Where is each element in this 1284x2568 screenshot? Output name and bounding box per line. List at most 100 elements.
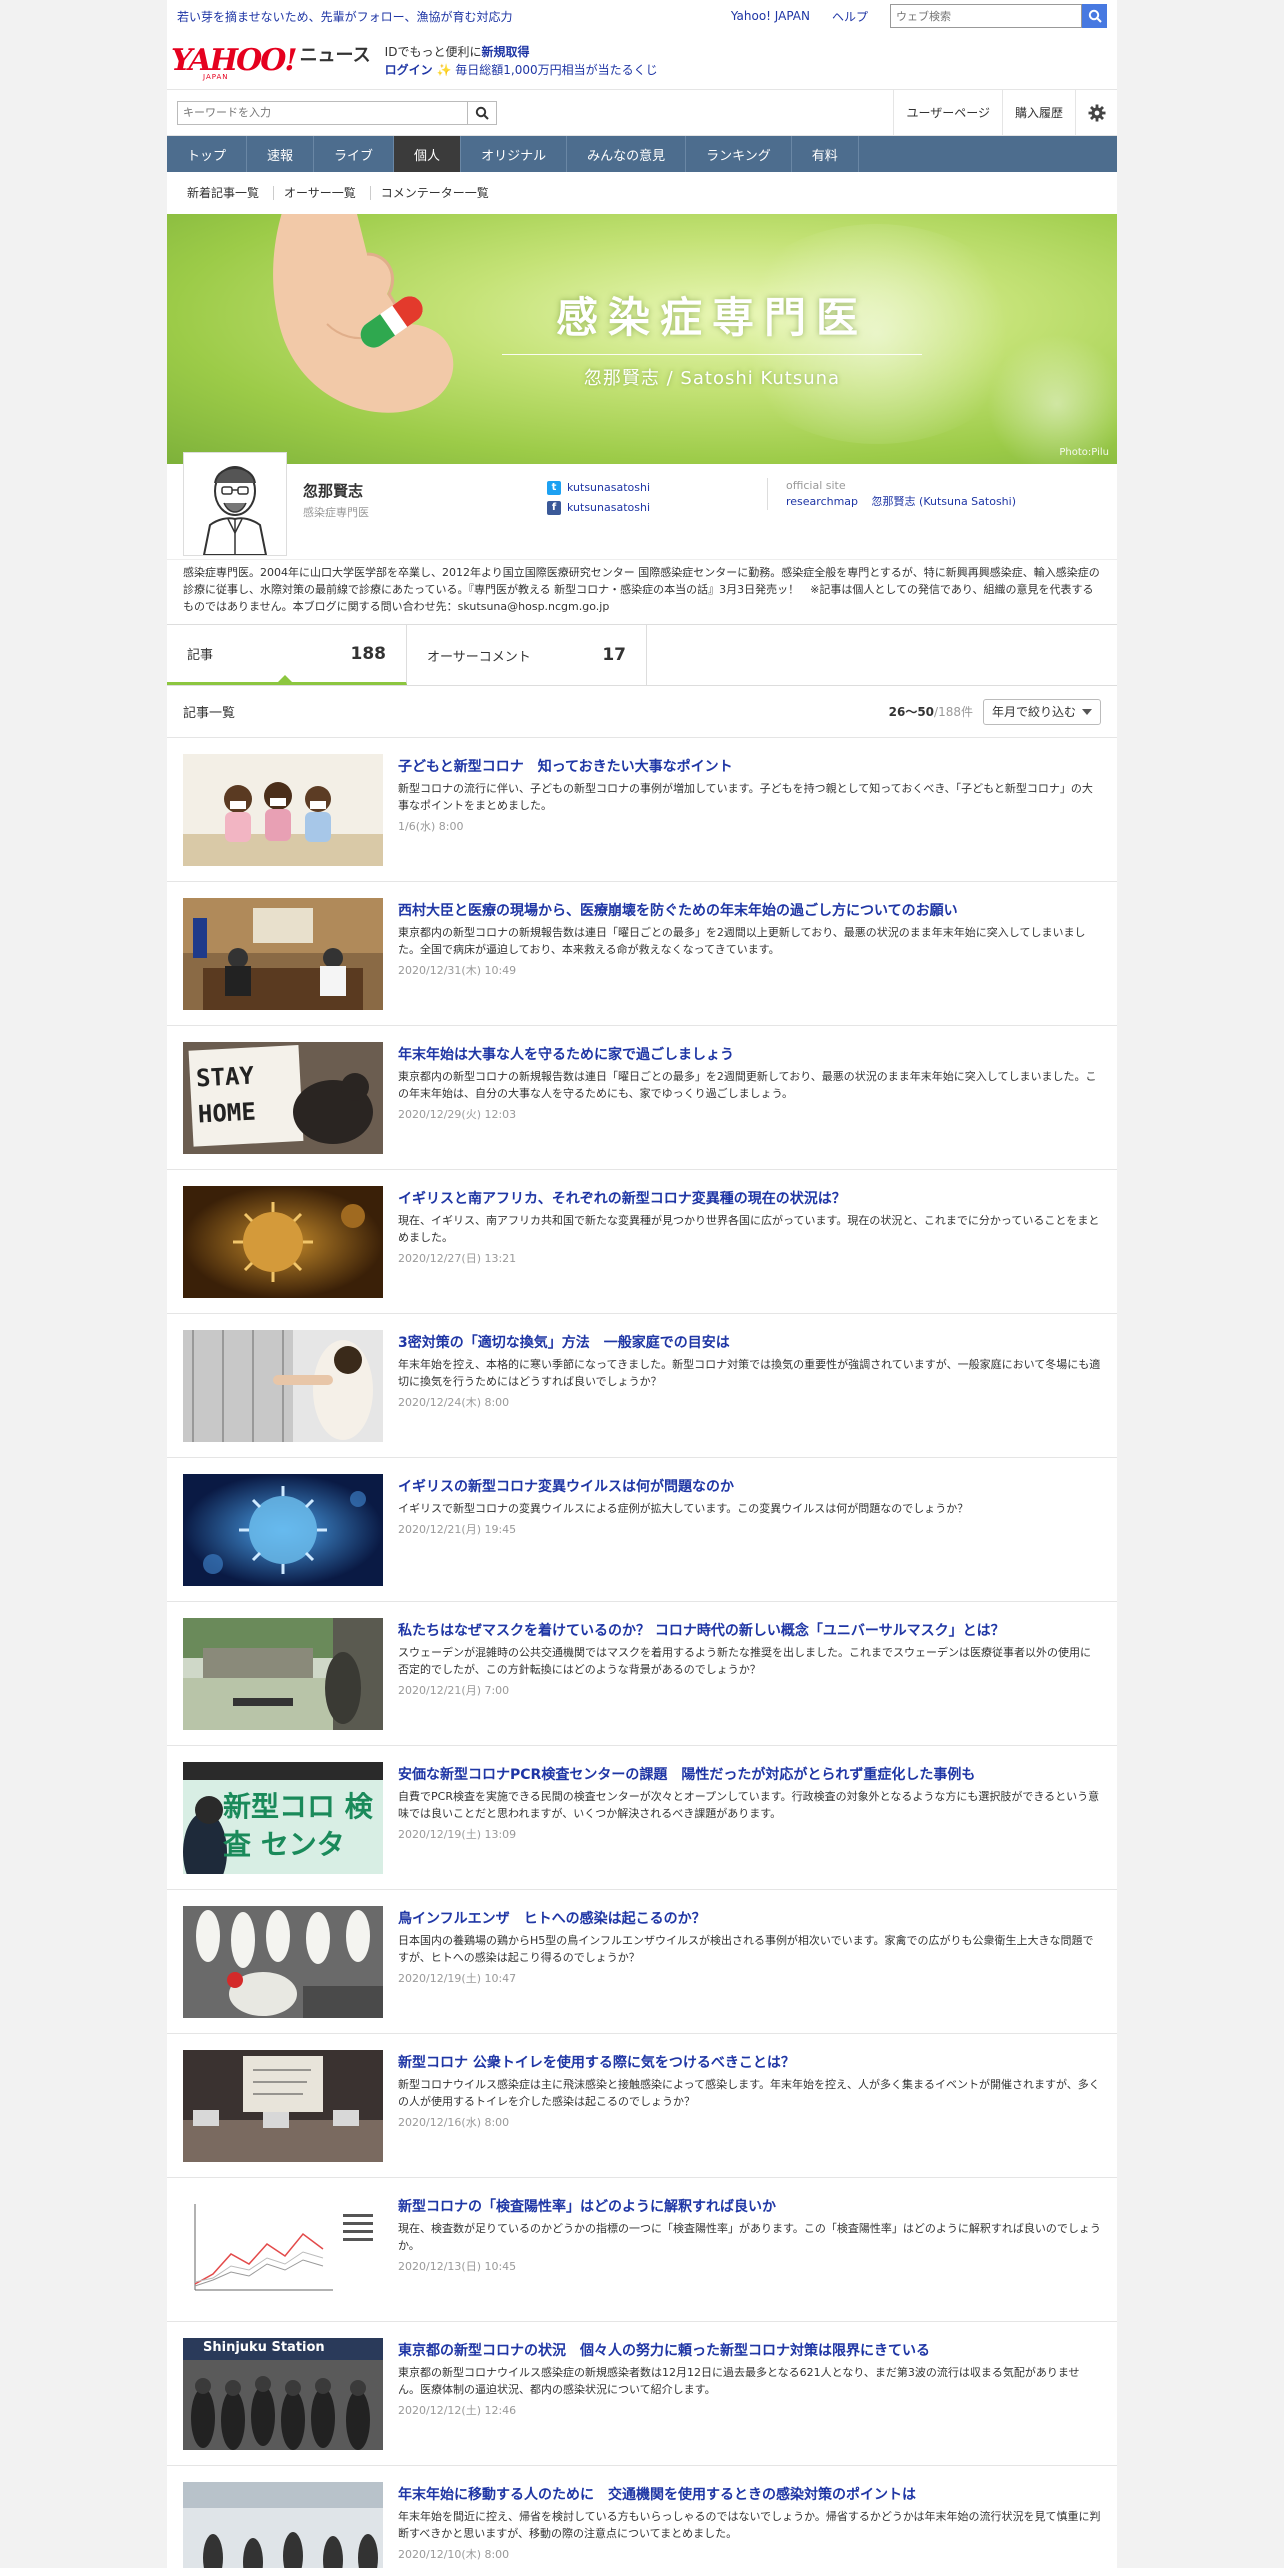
list-item[interactable]: STAY HOME 年末年始は大事な人を守るために家で過ごしましょう 東京都内の… [167,1026,1117,1170]
logo-text: YAHOO! [171,42,298,78]
article-title[interactable]: 新型コロナ 公衆トイレを使用する際に気をつけるべきことは？ [398,2054,1101,2072]
login-area: IDでもっと便利に新規取得 ログイン ✨ 毎日総額1,000万円相当が当たるくじ [385,43,658,79]
nav-item-personal[interactable]: 個人 [394,136,462,172]
article-thumbnail[interactable] [183,754,383,866]
subnav-new-articles[interactable]: 新着記事一覧 [177,186,275,200]
article-list: 子どもと新型コロナ 知っておきたい大事なポイント 新型コロナの流行に伴い、子ども… [167,738,1117,2568]
tab-articles[interactable]: 記事 188 [167,625,407,685]
article-date: 2020/12/21(月) 19:45 [398,1523,517,1536]
list-item[interactable]: 年末年始に移動する人のために 交通機関を使用するときの感染対策のポイントは 年末… [167,2466,1117,2568]
lottery-icon: ✨ [436,62,452,77]
article-title[interactable]: 安価な新型コロナPCR検査センターの課題 陽性だったが対応がとられず重症化した事… [398,1766,1101,1784]
nav-item-opinions[interactable]: みんなの意見 [567,136,687,172]
article-summary: スウェーデンが混雑時の公共交通機関ではマスクを着用するよう新たな推奨を出しました… [398,1646,1091,1676]
article-title[interactable]: イギリスの新型コロナ変異ウイルスは何が問題なのか [398,1478,1101,1496]
user-page-link[interactable]: ユーザーページ [893,89,1002,136]
article-title[interactable]: 子どもと新型コロナ 知っておきたい大事なポイント [398,758,1101,776]
article-thumbnail[interactable] [183,1474,383,1586]
keyword-search-button[interactable] [467,100,497,125]
article-summary: 日本国内の養鶏場の鶏からH5型の鳥インフルエンザウイルスが検出される事例が相次い… [398,1934,1094,1964]
register-link[interactable]: 新規取得 [481,45,529,59]
range-value: 26～50 [888,705,935,719]
official-site: official site researchmap 忽那賢志 (Kutsuna … [767,478,1026,510]
personal-site-link[interactable]: 忽那賢志 (Kutsuna Satoshi) [872,495,1016,508]
article-thumbnail[interactable]: Shinjuku Station [183,2338,383,2450]
author-profile: 忽那賢志 感染症専門医 t kutsunasatoshi f kutsunasa… [167,452,1117,560]
web-search-input[interactable] [890,4,1082,28]
list-item[interactable]: 3密対策の「適切な換気」方法 一般家庭での目安は 年末年始を控え、本格的に寒い季… [167,1314,1117,1458]
article-title[interactable]: 鳥インフルエンザ ヒトへの感染は起こるのか？ [398,1910,1101,1928]
lottery-link[interactable]: 毎日総額1,000万円相当が当たるくじ [455,63,657,77]
article-date: 2020/12/10(木) 8:00 [398,2548,510,2561]
chevron-down-icon [1082,708,1092,715]
nav-item-original[interactable]: オリジナル [461,136,568,172]
web-search-button[interactable] [1082,4,1107,28]
list-item[interactable]: 私たちはなぜマスクを着けているのか？ コロナ時代の新しい概念「ユニバーサルマスク… [167,1602,1117,1746]
gear-icon [1088,104,1105,121]
article-title[interactable]: 新型コロナの「検査陽性率」はどのように解釈すれば良いか [398,2198,1101,2216]
list-item[interactable]: 新型コロ 検査 センタ 安価な新型コロナPCR検査センターの課題 陽性だったが対… [167,1746,1117,1890]
article-date: 2020/12/21(月) 7:00 [398,1684,510,1697]
researchmap-link[interactable]: researchmap [786,495,858,508]
avatar [183,452,287,556]
settings-button[interactable] [1075,89,1117,136]
hand-with-pill-image [273,214,454,413]
article-title[interactable]: イギリスと南アフリカ、それぞれの新型コロナ変異種の現在の状況は？ [398,1190,1101,1208]
article-thumbnail[interactable] [183,1906,383,2018]
article-thumbnail[interactable] [183,2050,383,2162]
article-title[interactable]: 東京都の新型コロナの状況 個々人の努力に頼った新型コロナ対策は限界にきている [398,2342,1101,2360]
article-thumbnail[interactable] [183,1618,383,1730]
purchase-history-link[interactable]: 購入履歴 [1001,89,1075,136]
help-link[interactable]: ヘルプ [832,8,868,25]
official-site-label: official site [786,479,846,492]
article-thumbnail[interactable]: STAY HOME [183,1042,383,1154]
nav-item-ranking[interactable]: ランキング [686,136,792,172]
article-thumbnail[interactable] [183,898,383,1010]
article-title[interactable]: 私たちはなぜマスクを着けているのか？ コロナ時代の新しい概念「ユニバーサルマスク… [398,1622,1101,1640]
list-item[interactable]: Shinjuku Station 東京都の新型コロナの状況 個々人の努力に頼った… [167,2322,1117,2466]
login-link[interactable]: ログイン [385,63,433,77]
nav-item-paid[interactable]: 有料 [792,136,859,172]
banner-subtitle: 忽那賢志 / Satoshi Kutsuna [583,368,841,389]
nav-item-flash[interactable]: 速報 [247,136,315,172]
article-date: 1/6(水) 8:00 [398,820,464,833]
article-date: 2020/12/12(土) 12:46 [398,2404,517,2417]
yahoo-news-logo[interactable]: YAHOO! JAPAN ニュース [171,41,371,81]
article-title[interactable]: 年末年始は大事な人を守るために家で過ごしましょう [398,1046,1101,1064]
article-thumbnail[interactable] [183,1330,383,1442]
id-prefix: IDでもっと便利に [384,44,482,59]
promo-link[interactable]: 若い芽を摘ませないため、先輩がフォロー、漁協が育む対応力 [177,8,513,25]
tab-author-comments[interactable]: オーサーコメント 17 [407,625,647,685]
article-thumbnail[interactable] [183,2482,383,2568]
article-title[interactable]: 年末年始に移動する人のために 交通機関を使用するときの感染対策のポイントは [398,2486,1101,2504]
pagination-range: 26～50 /188件 年月で絞り込む [888,698,1101,725]
twitter-link[interactable]: kutsunasatoshi [567,478,650,498]
page: 若い芽を摘ませないため、先輩がフォロー、漁協が育む対応力 Yahoo! JAPA… [167,0,1117,2568]
month-filter-dropdown[interactable]: 年月で絞り込む [982,698,1101,725]
list-item[interactable]: 子どもと新型コロナ 知っておきたい大事なポイント 新型コロナの流行に伴い、子ども… [167,738,1117,882]
pcr-sign-text: 新型コロ 検査 センタ [223,1790,373,1861]
author-bio: 感染症専門医。2004年に山口大学医学部を卒業し、2012年より国立国際医療研究… [183,566,1100,613]
subnav-commentators[interactable]: コメンテーター一覧 [371,186,503,200]
list-item[interactable]: 新型コロナの「検査陽性率」はどのように解釈すれば良いか 現在、検査数が足りている… [167,2178,1117,2322]
list-item[interactable]: イギリスの新型コロナ変異ウイルスは何が問題なのか イギリスで新型コロナの変異ウイ… [167,1458,1117,1602]
list-item[interactable]: 西村大臣と医療の現場から、医療崩壊を防ぐための年末年始の過ごし方についてのお願い… [167,882,1117,1026]
article-summary: 東京都の新型コロナウイルス感染症の新規感染者数は12月12日に過去最多となる62… [398,2366,1080,2396]
filter-label: 年月で絞り込む [991,705,1076,719]
article-date: 2020/12/27(日) 13:21 [398,1252,517,1265]
list-item[interactable]: イギリスと南アフリカ、それぞれの新型コロナ変異種の現在の状況は？ 現在、イギリス… [167,1170,1117,1314]
nav-item-top[interactable]: トップ [167,136,248,172]
article-thumbnail[interactable]: 新型コロ 検査 センタ [183,1762,383,1874]
facebook-link[interactable]: kutsunasatoshi [567,498,650,518]
nav-item-live[interactable]: ライブ [314,136,395,172]
list-item[interactable]: 新型コロナ 公衆トイレを使用する際に気をつけるべきことは？ 新型コロナウイルス感… [167,2034,1117,2178]
article-thumbnail[interactable] [183,1186,383,1298]
keyword-search-input[interactable] [177,100,467,125]
article-thumbnail[interactable] [183,2194,383,2306]
range-total: /188件 [934,705,973,719]
article-title[interactable]: 西村大臣と医療の現場から、医療崩壊を防ぐための年末年始の過ごし方についてのお願い [398,902,1101,920]
list-item[interactable]: 鳥インフルエンザ ヒトへの感染は起こるのか？ 日本国内の養鶏場の鶏からH5型の鳥… [167,1890,1117,2034]
yahoo-japan-link[interactable]: Yahoo! JAPAN [731,9,810,23]
subnav-authors[interactable]: オーサー一覧 [274,186,371,200]
article-title[interactable]: 3密対策の「適切な換気」方法 一般家庭での目安は [398,1334,1101,1352]
